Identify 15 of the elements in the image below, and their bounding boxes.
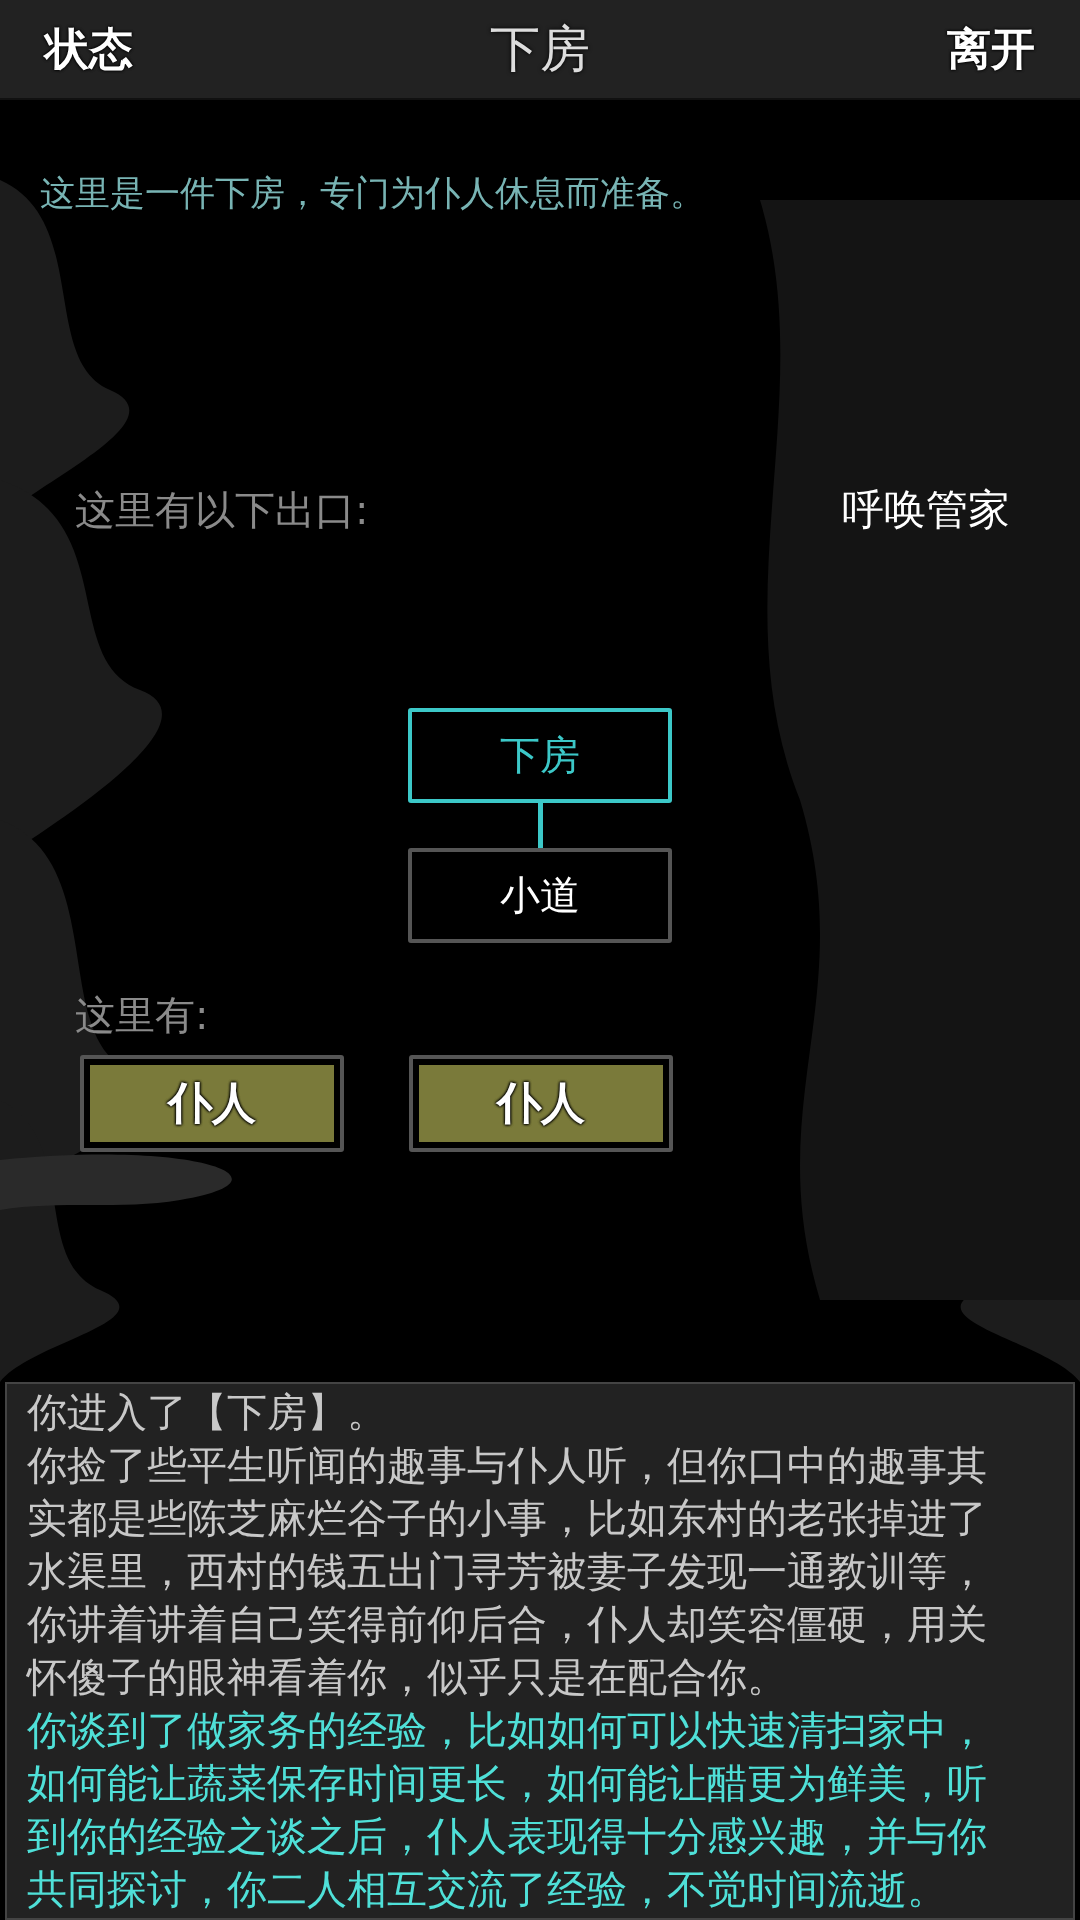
map-room[interactable]: 小道 [408,848,672,943]
npc-button[interactable]: 仆人 [409,1055,673,1152]
exits-label: 这里有以下出口: [75,485,369,535]
map-room[interactable]: 下房 [408,708,672,803]
leave-button[interactable]: 离开 [947,19,1035,79]
room-title: 下房 [490,18,590,80]
status-button[interactable]: 状态 [45,19,133,79]
log-message: 你谈到了做家务的经验，比如如何可以快速清扫家中，如何能让蔬菜保存时间更长，如何能让醋更为鲜美，听到你的经验之谈之后，仆人表现得十分感兴趣，并与你共同探讨，你二人相互交流了经验，不觉时间流逝。 [27,1706,988,1914]
log-message: 你捡了些平生听闻的趣事与仆人听，但你口中的趣事其实都是些陈芝麻烂谷子的小事，比如东村的老张掉进了水渠里，西村的钱五出门寻芳被妻子发现一通教训等，你讲着讲着自己笑得前仰后合，仆人却笑容僵硬，用关怀傻子的眼神看着你，似乎只是在配合你。 [27,1441,988,1702]
room-description: 这里是一件下房，专门为仆人休息而准备。 [40,172,706,215]
map-connector [537,803,543,848]
here-label: 这里有: [75,991,210,1040]
call-butler-button[interactable]: 呼唤管家 [842,482,1010,538]
npc-button[interactable]: 仆人 [80,1055,344,1152]
log-message: 你进入了【下房】。 [27,1388,388,1437]
